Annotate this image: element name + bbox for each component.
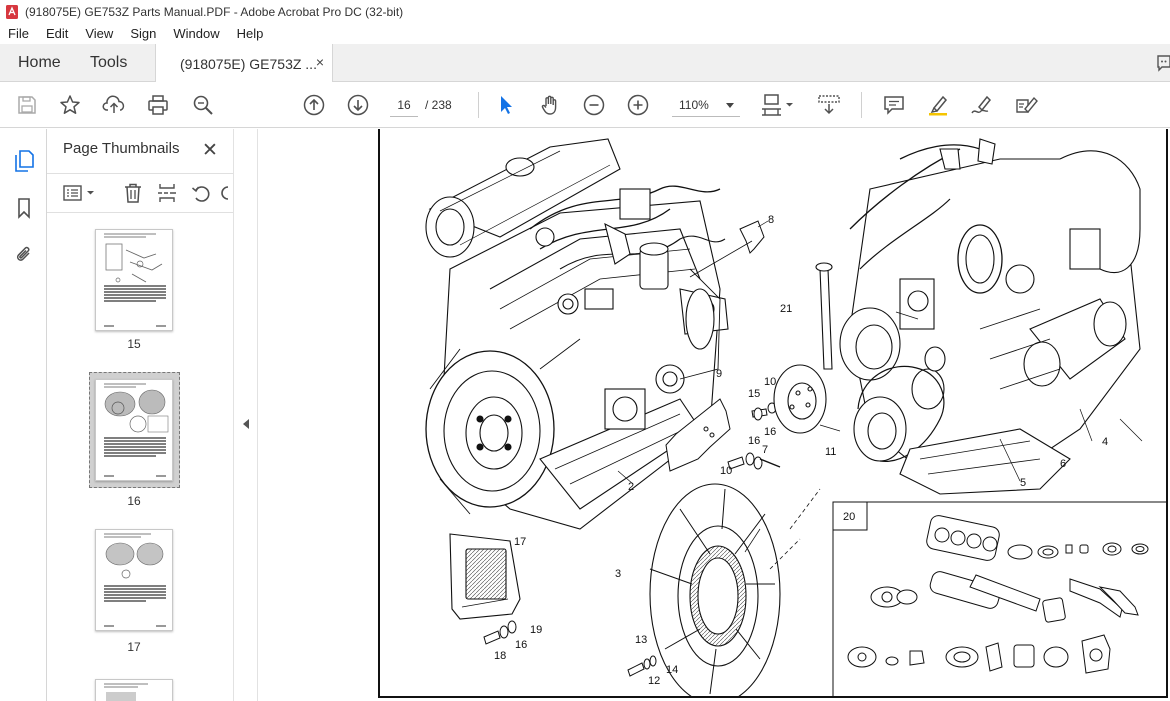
callout-11: 11 (825, 446, 836, 458)
menu-sign[interactable]: Sign (122, 24, 165, 44)
page-fit-icon[interactable] (760, 93, 796, 117)
comment-panel-icon[interactable] (1156, 52, 1170, 74)
chevron-left-icon[interactable] (243, 419, 249, 429)
thumbnail-page-17[interactable] (95, 529, 173, 631)
thumbnail-page-16[interactable] (95, 379, 173, 481)
callout-3: 3 (615, 568, 621, 580)
callout-16c: 16 (515, 639, 527, 651)
callout-20: 20 (843, 511, 855, 523)
zoom-out-icon[interactable] (582, 93, 606, 117)
callout-18: 18 (494, 650, 506, 662)
panel-title: Page Thumbnails (63, 140, 180, 157)
tab-document-label: (918075E) GE753Z ... (180, 55, 317, 72)
toolbar-separator (861, 92, 862, 118)
callout-12: 12 (648, 675, 660, 687)
search-zoom-icon[interactable] (191, 93, 215, 117)
comment-icon[interactable] (882, 93, 906, 117)
thumbnails-panel: Page Thumbnails ✕ 15 16 17 (47, 129, 280, 701)
callout-2: 2 (628, 481, 634, 493)
save-icon[interactable] (15, 93, 39, 117)
callout-9: 9 (716, 368, 722, 380)
callout-17: 17 (514, 536, 526, 548)
fill-sign-icon[interactable] (1014, 93, 1038, 117)
thumbnail-page-number: 17 (127, 640, 141, 654)
title-bar: (918075E) GE753Z Parts Manual.PDF - Adob… (0, 0, 1170, 24)
thumbnail-toolbar (47, 173, 233, 213)
right-engine-drawing (815, 138, 1141, 495)
toolbar-separator (478, 92, 479, 118)
callout-4: 4 (1102, 436, 1108, 448)
bookmark-star-icon[interactable] (58, 93, 82, 117)
page-down-icon[interactable] (346, 93, 370, 117)
highlight-icon[interactable] (926, 93, 950, 117)
upload-icon[interactable] (102, 93, 126, 117)
menu-help[interactable]: Help (229, 24, 273, 44)
left-engine-drawing (425, 138, 729, 530)
page-number-input[interactable] (390, 93, 418, 117)
thumbnail-page-number: 15 (127, 337, 141, 351)
draw-icon[interactable] (970, 93, 994, 117)
document-view[interactable]: 2 3 4 5 6 8 9 10 10 11 12 13 14 15 16 16 (258, 129, 1170, 701)
callout-16b: 16 (748, 435, 760, 447)
callout-21: 21 (780, 303, 792, 315)
extract-pages-icon[interactable] (155, 182, 179, 204)
engine-parts-diagram: 2 3 4 5 6 8 9 10 10 11 12 13 14 15 16 16 (425, 138, 1166, 696)
callout-10b: 10 (720, 465, 732, 477)
callout-14: 14 (666, 664, 678, 676)
panel-collapse-strip[interactable] (233, 129, 258, 701)
callout-16a: 16 (764, 426, 776, 438)
callout-19: 19 (530, 624, 542, 636)
callout-8: 8 (768, 214, 774, 226)
thumbnail-page-number: 16 (127, 494, 141, 508)
menu-edit[interactable]: Edit (38, 24, 77, 44)
tab-close-button[interactable]: × (316, 54, 324, 70)
attachments-icon[interactable] (13, 243, 35, 267)
main-toolbar (0, 82, 1170, 128)
zoom-dropdown[interactable]: 110% (672, 93, 740, 117)
menu-bar: File Edit View Sign Window Help (0, 24, 1170, 44)
rotate-page-icon[interactable] (189, 182, 213, 204)
callout-13: 13 (635, 634, 647, 646)
page-total-label: / 238 (425, 98, 452, 112)
print-icon[interactable] (146, 93, 170, 117)
callout-5: 5 (1020, 477, 1026, 489)
acrobat-logo-icon (6, 5, 18, 19)
menu-file[interactable]: File (0, 24, 38, 44)
bookmarks-icon[interactable] (13, 196, 35, 220)
hand-icon[interactable] (538, 93, 562, 117)
tab-bar: Home Tools (918075E) GE753Z ... × (0, 44, 1170, 83)
navigation-rail (0, 129, 47, 701)
pdf-page: 2 3 4 5 6 8 9 10 10 11 12 13 14 15 16 16 (378, 129, 1168, 698)
zoom-value: 110% (679, 97, 709, 112)
thumbnail-options-icon[interactable] (61, 182, 97, 204)
select-cursor-icon[interactable] (494, 93, 518, 117)
acrobat-window: (918075E) GE753Z Parts Manual.PDF - Adob… (0, 0, 1170, 701)
callout-10a: 10 (764, 376, 776, 388)
menu-view[interactable]: View (77, 24, 122, 44)
ecu-bolt-parts (483, 620, 517, 645)
zoom-in-icon[interactable] (626, 93, 650, 117)
callout-6: 6 (1060, 458, 1066, 470)
callout-15: 15 (748, 388, 760, 400)
page-thumbnails-icon[interactable] (13, 149, 35, 173)
fan-bolt-parts (627, 655, 657, 677)
tab-tools[interactable]: Tools (90, 44, 127, 82)
panel-close-button[interactable]: ✕ (202, 139, 218, 162)
tab-home[interactable]: Home (18, 44, 61, 82)
gasket-kit-inset (832, 501, 1166, 696)
callout-7: 7 (762, 444, 768, 456)
pulley-part (773, 364, 827, 434)
tab-document[interactable]: (918075E) GE753Z ... × (155, 44, 333, 83)
more-tools-icon[interactable] (221, 182, 229, 204)
scroll-mode-icon[interactable] (816, 93, 842, 117)
ecu-module-part (449, 533, 521, 620)
thumbnail-page-15[interactable] (95, 229, 173, 331)
page-up-icon[interactable] (302, 93, 326, 117)
thumbnail-page-18[interactable] (95, 679, 173, 701)
window-title: (918075E) GE753Z Parts Manual.PDF - Adob… (25, 5, 404, 19)
delete-page-icon[interactable] (121, 182, 145, 204)
chevron-down-icon (726, 103, 734, 108)
menu-window[interactable]: Window (165, 24, 228, 44)
thumbnail-list[interactable]: 15 16 17 (47, 217, 233, 701)
